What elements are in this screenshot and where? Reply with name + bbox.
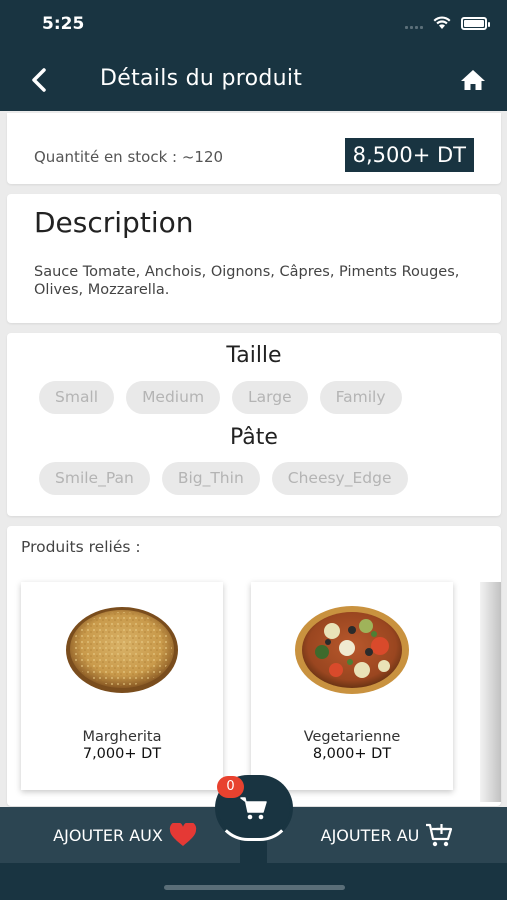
back-button[interactable] bbox=[24, 62, 54, 98]
product-price: 8,500+ DT bbox=[344, 138, 474, 172]
size-chip-medium[interactable]: Medium bbox=[126, 381, 221, 414]
related-products-card: Produits reliés : Margherita 7,000+ DT V… bbox=[7, 526, 501, 806]
stock-quantity: Quantité en stock : ~120 bbox=[34, 148, 224, 166]
home-button[interactable] bbox=[459, 66, 487, 94]
size-chip-small[interactable]: Small bbox=[39, 381, 115, 414]
add-to-cart-button[interactable]: AJOUTER AU bbox=[267, 807, 507, 863]
description-card: Description Sauce Tomate, Anchois, Oigno… bbox=[7, 194, 501, 323]
pizza-margherita-image bbox=[66, 607, 178, 693]
related-product-next-peek[interactable] bbox=[480, 582, 501, 802]
size-chip-family[interactable]: Family bbox=[319, 381, 402, 414]
crust-options: Smile_Pan Big_Thin Cheesy_Edge bbox=[39, 462, 408, 495]
size-chip-large[interactable]: Large bbox=[232, 381, 308, 414]
page-title: Détails du produit bbox=[100, 66, 303, 91]
battery-icon bbox=[461, 16, 490, 30]
related-product-vegetarienne[interactable]: Vegetarienne 8,000+ DT bbox=[251, 582, 453, 790]
home-icon bbox=[461, 70, 485, 90]
add-to-favorites-label: AJOUTER AUX bbox=[53, 825, 163, 845]
size-options: Small Medium Large Family bbox=[39, 381, 402, 414]
cart-count-badge: 0 bbox=[217, 776, 244, 798]
related-product-name: Vegetarienne bbox=[303, 729, 401, 745]
options-card: Taille Small Medium Large Family Pâte Sm… bbox=[7, 333, 501, 516]
description-title: Description bbox=[34, 206, 194, 239]
wifi-icon bbox=[433, 16, 451, 29]
related-product-price: 7,000+ DT bbox=[82, 746, 162, 762]
crust-chip-cheesy-edge[interactable]: Cheesy_Edge bbox=[271, 462, 408, 495]
stock-card: Quantité en stock : ~120 8,500+ DT bbox=[7, 113, 501, 184]
cart-icon bbox=[240, 797, 267, 820]
description-text: Sauce Tomate, Anchois, Oignons, Câpres, … bbox=[34, 264, 460, 298]
add-to-favorites-button[interactable]: AJOUTER AUX bbox=[0, 807, 240, 863]
crust-chip-big-thin[interactable]: Big_Thin bbox=[161, 462, 260, 495]
related-products-label: Produits reliés : bbox=[21, 538, 141, 556]
status-time: 5:25 bbox=[42, 14, 85, 34]
add-to-cart-label: AJOUTER AU bbox=[320, 825, 420, 845]
home-indicator bbox=[164, 885, 345, 890]
chevron-left-icon bbox=[32, 68, 46, 92]
crust-heading: Pâte bbox=[230, 425, 278, 450]
crust-chip-smile-pan[interactable]: Smile_Pan bbox=[39, 462, 150, 495]
size-heading: Taille bbox=[226, 343, 282, 368]
pizza-vegetarienne-image bbox=[295, 606, 409, 694]
related-product-price: 8,000+ DT bbox=[312, 746, 392, 762]
top-bar: 5:25 Détails du produit bbox=[0, 0, 507, 111]
related-product-margherita[interactable]: Margherita 7,000+ DT bbox=[21, 582, 223, 790]
status-icons bbox=[405, 16, 490, 30]
heart-icon bbox=[169, 823, 196, 846]
related-product-name: Margherita bbox=[82, 729, 162, 745]
cellular-signal-icon bbox=[405, 17, 423, 29]
cart-plus-icon bbox=[426, 823, 453, 847]
